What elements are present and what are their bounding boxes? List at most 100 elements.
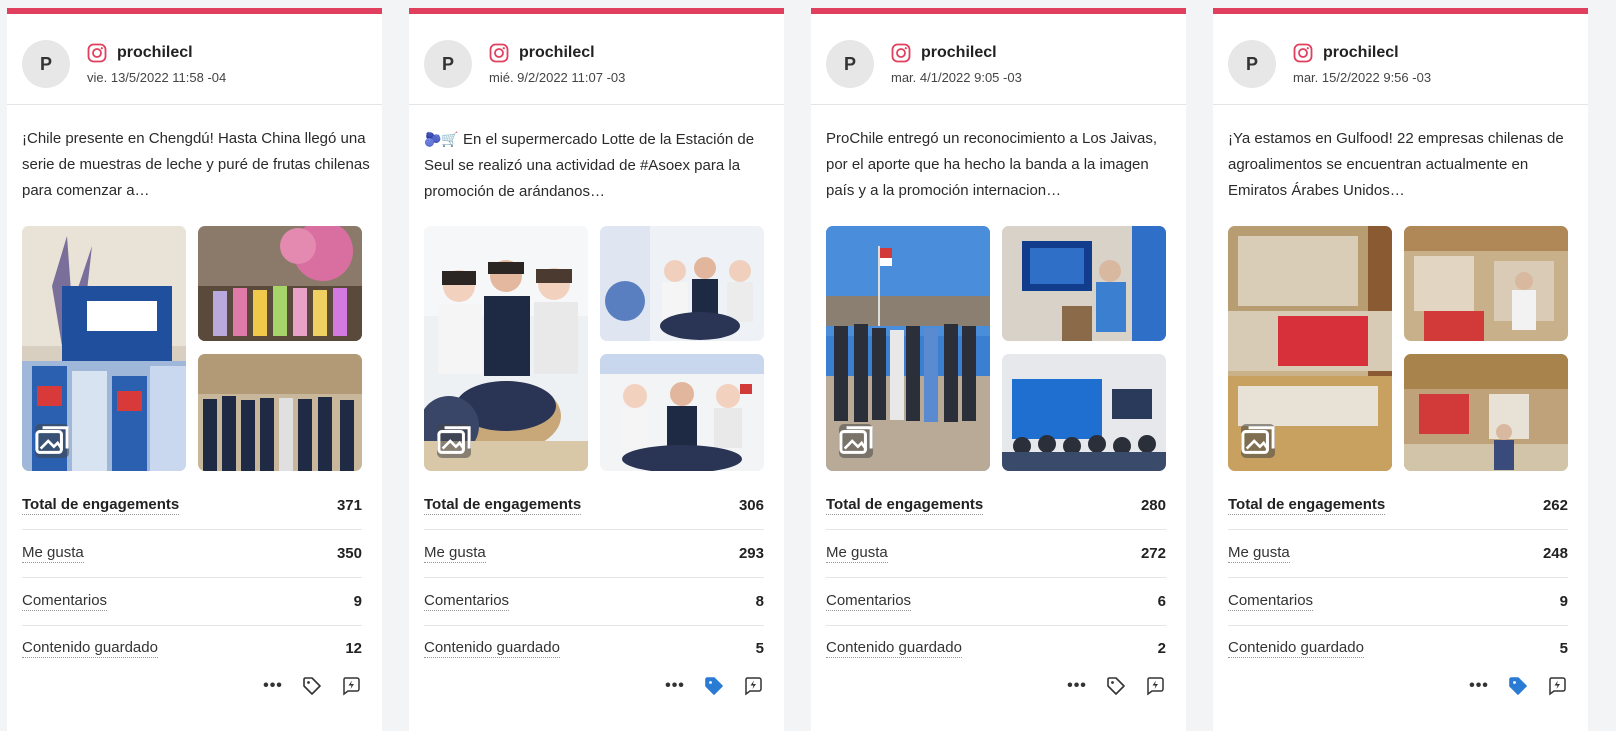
post-image-2[interactable] — [1404, 226, 1568, 341]
metric-label[interactable]: Total de engagements — [424, 496, 582, 515]
metric-value: 350 — [336, 545, 362, 562]
post-card-1[interactable]: P prochilecl vie. 13/5/2022 11:58 -04 ¡C… — [7, 8, 382, 731]
metric-value: 272 — [1140, 545, 1166, 562]
metric-label[interactable]: Total de engagements — [826, 496, 984, 515]
metric-label[interactable]: Contenido guardado — [424, 639, 560, 658]
post-image-main[interactable] — [1228, 226, 1392, 471]
metric-label[interactable]: Total de engagements — [1228, 496, 1386, 515]
metric-value: 262 — [1542, 497, 1568, 514]
post-image-2[interactable] — [198, 226, 362, 341]
metric-label[interactable]: Comentarios — [22, 592, 108, 611]
metric-value: 371 — [336, 497, 362, 514]
more-options-icon[interactable]: ••• — [664, 675, 686, 697]
more-options-icon[interactable]: ••• — [1468, 675, 1490, 697]
metric-comments: Comentarios 6 — [826, 578, 1166, 626]
metric-label[interactable]: Me gusta — [424, 544, 486, 563]
avatar: P — [826, 40, 874, 88]
metric-label[interactable]: Me gusta — [22, 544, 84, 563]
post-image-2[interactable] — [1002, 226, 1166, 341]
account-name[interactable]: prochilecl — [921, 44, 997, 62]
metric-label[interactable]: Comentarios — [826, 592, 912, 611]
metric-label[interactable]: Total de engagements — [22, 496, 180, 515]
metric-label[interactable]: Contenido guardado — [22, 639, 158, 658]
metric-likes: Me gusta 272 — [826, 530, 1166, 578]
instagram-icon — [891, 43, 911, 63]
metric-value: 12 — [345, 639, 362, 657]
instagram-icon — [87, 43, 107, 63]
gallery-icon — [1241, 424, 1275, 458]
account-name[interactable]: prochilecl — [519, 44, 595, 62]
metric-saved: Contenido guardado 2 — [826, 624, 1166, 672]
post-date: mar. 15/2/2022 9:56 -03 — [1293, 70, 1432, 85]
metric-value: 9 — [1559, 593, 1568, 610]
post-image-2[interactable] — [600, 226, 764, 341]
metric-total-engagements: Total de engagements 262 — [1228, 482, 1568, 530]
metric-saved: Contenido guardado 12 — [22, 624, 362, 672]
metric-label[interactable]: Comentarios — [1228, 592, 1314, 611]
metric-value: 9 — [353, 593, 362, 610]
post-image-3[interactable] — [198, 354, 362, 471]
post-text: 🫐🛒 En el supermercado Lotte de la Estaci… — [424, 126, 774, 205]
tag-icon[interactable] — [301, 675, 323, 697]
post-card-3[interactable]: P prochilecl mar. 4/1/2022 9:05 -03 ProC… — [811, 8, 1186, 731]
more-options-icon[interactable]: ••• — [262, 675, 284, 697]
instagram-icon — [1293, 43, 1313, 63]
gallery-icon — [839, 424, 873, 458]
post-text: ProChile entregó un reconocimiento a Los… — [826, 130, 1158, 199]
metric-label[interactable]: Contenido guardado — [1228, 639, 1364, 658]
post-image-main[interactable] — [826, 226, 990, 471]
post-card-4[interactable]: P prochilecl mar. 15/2/2022 9:56 -03 ¡Ya… — [1213, 8, 1588, 731]
post-text: ¡Ya estamos en Gulfood! 22 empresas chil… — [1228, 130, 1564, 199]
tag-icon-active[interactable] — [1507, 675, 1529, 697]
quick-reply-icon[interactable] — [1144, 675, 1166, 697]
metric-comments: Comentarios 8 — [424, 578, 764, 626]
metric-label[interactable]: Comentarios — [424, 592, 510, 611]
metric-likes: Me gusta 350 — [22, 530, 362, 578]
gallery-icon — [35, 424, 69, 458]
metric-saved: Contenido guardado 5 — [1228, 624, 1568, 672]
avatar: P — [424, 40, 472, 88]
metric-total-engagements: Total de engagements 371 — [22, 482, 362, 530]
emoji: 🫐🛒 — [424, 131, 459, 147]
card-actions: ••• — [664, 675, 764, 697]
metric-value: 293 — [738, 545, 764, 562]
quick-reply-icon[interactable] — [340, 675, 362, 697]
tag-icon[interactable] — [1105, 675, 1127, 697]
post-card-2[interactable]: P prochilecl mié. 9/2/2022 11:07 -03 🫐🛒 … — [409, 8, 784, 731]
card-actions: ••• — [262, 675, 362, 697]
metric-value: 248 — [1542, 545, 1568, 562]
post-image-3[interactable] — [600, 354, 764, 471]
metric-total-engagements: Total de engagements 280 — [826, 482, 1166, 530]
metric-value: 5 — [1559, 639, 1568, 657]
metric-value: 2 — [1157, 639, 1166, 657]
metric-likes: Me gusta 293 — [424, 530, 764, 578]
post-image-main[interactable] — [22, 226, 186, 471]
metric-likes: Me gusta 248 — [1228, 530, 1568, 578]
metric-comments: Comentarios 9 — [22, 578, 362, 626]
account-name[interactable]: prochilecl — [1323, 44, 1399, 62]
metric-value: 280 — [1140, 497, 1166, 514]
post-image-3[interactable] — [1404, 354, 1568, 471]
quick-reply-icon[interactable] — [742, 675, 764, 697]
metric-label[interactable]: Me gusta — [1228, 544, 1290, 563]
metric-label[interactable]: Contenido guardado — [826, 639, 962, 658]
tag-icon-active[interactable] — [703, 675, 725, 697]
metric-value: 8 — [755, 593, 764, 610]
avatar: P — [1228, 40, 1276, 88]
instagram-icon — [489, 43, 509, 63]
card-actions: ••• — [1468, 675, 1568, 697]
metric-total-engagements: Total de engagements 306 — [424, 482, 764, 530]
card-header: P prochilecl mié. 9/2/2022 11:07 -03 — [409, 14, 784, 105]
post-text-body: En el supermercado Lotte de la Estación … — [424, 131, 755, 200]
post-image-main[interactable] — [424, 226, 588, 471]
post-text: ¡Chile presente en Chengdú! Hasta China … — [22, 130, 370, 199]
post-date: mar. 4/1/2022 9:05 -03 — [891, 70, 1022, 85]
card-header: P prochilecl vie. 13/5/2022 11:58 -04 — [7, 14, 382, 105]
gallery-icon — [437, 424, 471, 458]
post-image-3[interactable] — [1002, 354, 1166, 471]
more-options-icon[interactable]: ••• — [1066, 675, 1088, 697]
post-date: mié. 9/2/2022 11:07 -03 — [489, 70, 626, 85]
quick-reply-icon[interactable] — [1546, 675, 1568, 697]
metric-label[interactable]: Me gusta — [826, 544, 888, 563]
account-name[interactable]: prochilecl — [117, 44, 193, 62]
